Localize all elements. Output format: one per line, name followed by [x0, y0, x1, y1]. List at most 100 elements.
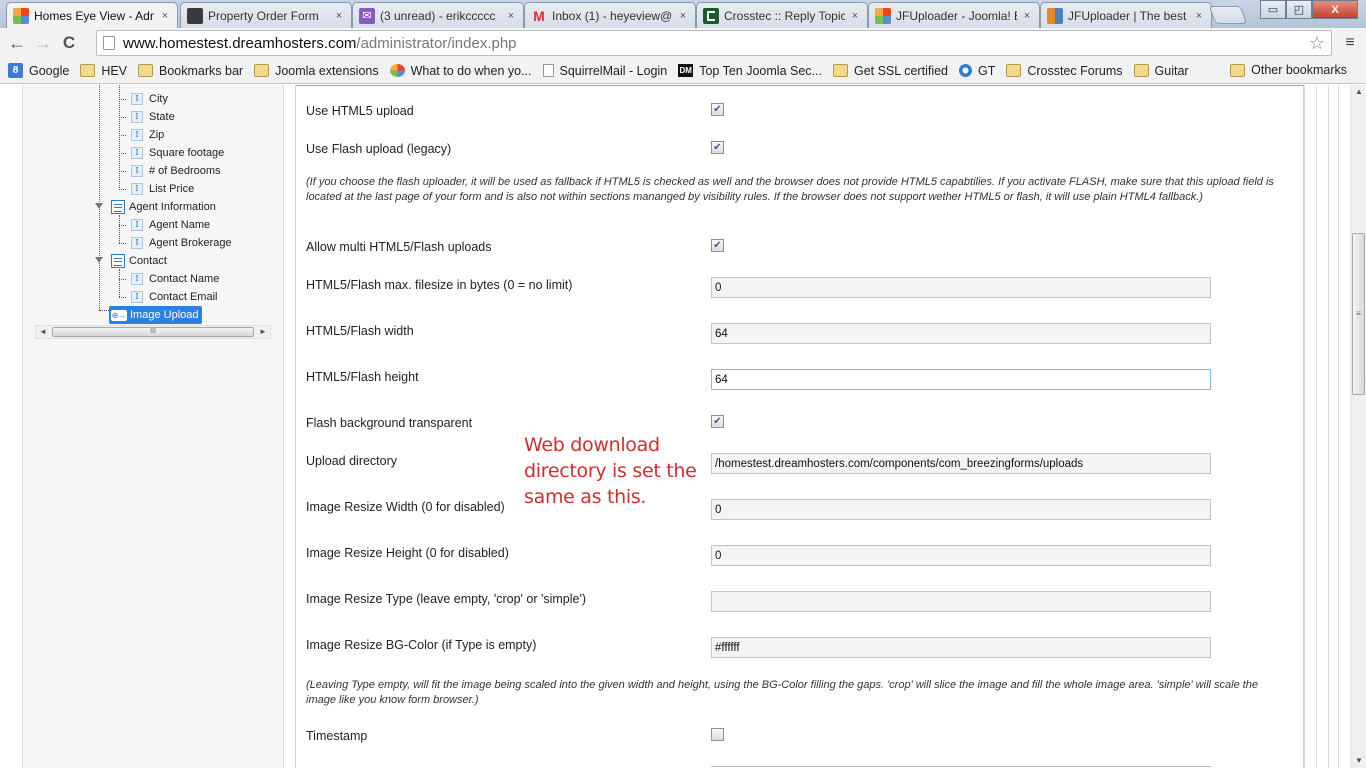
flash-height-input[interactable] — [711, 369, 1211, 390]
bookmark-what-to-do[interactable]: What to do when yo... — [389, 64, 532, 78]
bookmark-star-icon[interactable]: ☆ — [1309, 33, 1325, 54]
resize-height-label: Image Resize Height (0 for disabled) — [306, 546, 509, 560]
resize-bgcolor-input[interactable] — [711, 637, 1211, 658]
scrollbar-thumb[interactable]: ≡ — [1352, 233, 1365, 395]
annotation-note: Web download directory is set the same a… — [524, 434, 697, 508]
tab-title: (3 unread) - erikccccc — [380, 8, 496, 23]
right-gutter — [1304, 85, 1350, 768]
use-html5-upload-label: Use HTML5 upload — [306, 104, 414, 118]
tab-crosstec-reply[interactable]: Crosstec :: Reply Topic × — [696, 2, 868, 28]
tree-connector — [119, 279, 126, 280]
bookmark-get-ssl[interactable]: Get SSL certified — [832, 63, 948, 78]
bookmark-joomla-extensions[interactable]: Joomla extensions — [254, 64, 379, 78]
tree-item-city[interactable]: I City — [131, 90, 168, 108]
upload-directory-input[interactable] — [711, 453, 1211, 474]
tree-item-agent-information[interactable]: Agent Information — [111, 198, 216, 216]
bookmark-label: Get SSL certified — [853, 63, 948, 78]
max-filesize-input[interactable] — [711, 277, 1211, 298]
collapse-arrow-icon[interactable] — [95, 257, 103, 263]
tree-item-bedrooms[interactable]: I # of Bedrooms — [131, 162, 221, 180]
other-bookmarks[interactable]: Other bookmarks — [1230, 63, 1347, 77]
bookmark-bookmarks-bar[interactable]: Bookmarks bar — [138, 64, 243, 78]
bookmark-label: SquirrelMail - Login — [559, 63, 668, 78]
tree-connector — [119, 99, 126, 100]
minimize-button[interactable]: ▭ — [1260, 0, 1286, 19]
flash-width-input[interactable] — [711, 323, 1211, 344]
folder-icon — [1230, 63, 1246, 77]
gmail-icon: M — [533, 7, 545, 24]
tree-item-state[interactable]: I State — [131, 108, 175, 126]
scrollbar-thumb[interactable]: III — [52, 327, 254, 337]
resize-type-input[interactable] — [711, 591, 1211, 612]
allow-multi-upload-checkbox[interactable]: ✔ — [711, 239, 724, 252]
tree-item-zip[interactable]: I Zip — [131, 126, 164, 144]
tree-item-label: # of Bedrooms — [149, 165, 221, 177]
close-icon[interactable]: × — [849, 10, 861, 22]
tree-item-contact-email[interactable]: I Contact Email — [131, 288, 217, 306]
tab-homes-eye-view[interactable]: Homes Eye View - Adr × — [6, 2, 178, 28]
resize-width-label: Image Resize Width (0 for disabled) — [306, 500, 505, 514]
tree-item-square-footage[interactable]: I Square footage — [131, 144, 224, 162]
close-icon[interactable]: × — [505, 10, 517, 22]
use-html5-upload-checkbox[interactable]: ✔ — [711, 103, 724, 116]
flash-transparent-label: Flash background transparent — [306, 416, 473, 430]
bookmark-label: HEV — [101, 63, 128, 78]
collapse-arrow-icon[interactable] — [95, 203, 103, 209]
close-icon[interactable]: × — [1021, 10, 1033, 22]
tree-connector — [119, 135, 126, 136]
chrome-menu-icon[interactable]: ≡ — [1340, 30, 1360, 56]
flash-transparent-checkbox[interactable]: ✔ — [711, 415, 724, 428]
close-icon[interactable]: × — [159, 10, 171, 22]
new-tab-button[interactable] — [1208, 6, 1248, 24]
resize-height-input[interactable] — [711, 545, 1211, 566]
tree-connector — [119, 243, 126, 244]
bookmark-label: Joomla extensions — [275, 63, 379, 78]
page-vertical-scrollbar[interactable]: ▲ ≡ ▼ — [1350, 85, 1366, 768]
tab-jfuploader-joomla[interactable]: JFUploader - Joomla! E × — [868, 2, 1040, 28]
text-field-icon: I — [131, 219, 143, 231]
close-icon[interactable]: × — [1193, 10, 1205, 22]
maximize-button[interactable]: ◰ — [1286, 0, 1312, 19]
forward-button[interactable]: → — [30, 30, 56, 56]
tab-jfuploader-best[interactable]: JFUploader | The best × — [1040, 2, 1212, 28]
close-icon[interactable]: × — [333, 10, 345, 22]
tree-item-contact[interactable]: Contact — [111, 252, 167, 270]
bookmark-gt[interactable]: GT — [959, 64, 995, 78]
folder-icon — [1006, 64, 1022, 77]
address-bar[interactable]: www.homestest.dreamhosters.com/administr… — [96, 30, 1332, 56]
scroll-down-arrow-icon[interactable]: ▼ — [1351, 754, 1366, 768]
scroll-up-arrow-icon[interactable]: ▲ — [1351, 85, 1366, 99]
tree-item-agent-brokerage[interactable]: I Agent Brokerage — [131, 234, 232, 252]
tree-horizontal-scrollbar[interactable]: ◄ III ► — [35, 325, 271, 339]
bookmark-crosstec-forums[interactable]: Crosstec Forums — [1006, 64, 1123, 78]
reload-button[interactable]: C — [56, 30, 82, 56]
tree-item-contact-name[interactable]: I Contact Name — [131, 270, 219, 288]
upload-icon: ⊕→ — [111, 309, 127, 321]
tree-item-list-price[interactable]: I List Price — [131, 180, 194, 198]
bookmark-label: GT — [978, 63, 996, 78]
bookmark-guitar[interactable]: Guitar — [1133, 64, 1189, 78]
bookmark-label: Google — [29, 63, 70, 78]
tab-property-order-form[interactable]: Property Order Form × — [180, 2, 352, 28]
tree-item-agent-name[interactable]: I Agent Name — [131, 216, 210, 234]
close-icon[interactable]: × — [677, 10, 689, 22]
resize-width-input[interactable] — [711, 499, 1211, 520]
allow-multi-upload-label: Allow multi HTML5/Flash uploads — [306, 240, 492, 254]
scroll-right-arrow-icon[interactable]: ► — [256, 326, 270, 338]
close-window-button[interactable]: X — [1312, 0, 1358, 19]
bookmark-hev[interactable]: HEV — [80, 64, 127, 78]
scroll-left-arrow-icon[interactable]: ◄ — [36, 326, 50, 338]
folder-icon — [254, 64, 270, 77]
bookmark-google[interactable]: 8 Google — [8, 63, 69, 78]
bookmark-top-ten-joomla[interactable]: DM Top Ten Joomla Sec... — [678, 64, 822, 78]
tab-gmail-inbox[interactable]: M Inbox (1) - heyeview@ × — [524, 2, 696, 28]
tree-item-image-upload[interactable]: ⊕→ Image Upload — [109, 306, 202, 324]
url-host: www.homestest.dreamhosters.com — [123, 34, 357, 52]
resize-type-label: Image Resize Type (leave empty, 'crop' o… — [306, 592, 587, 606]
bookmark-squirrelmail[interactable]: SquirrelMail - Login — [542, 63, 668, 78]
back-button[interactable]: ← — [4, 30, 30, 56]
timestamp-checkbox[interactable] — [711, 728, 724, 741]
page-content: I City I State I Zip I Square footage I # of … — [0, 85, 1350, 768]
use-flash-upload-checkbox[interactable]: ✔ — [711, 141, 724, 154]
tab-unread-mail[interactable]: ✉ (3 unread) - erikccccc × — [352, 2, 524, 28]
